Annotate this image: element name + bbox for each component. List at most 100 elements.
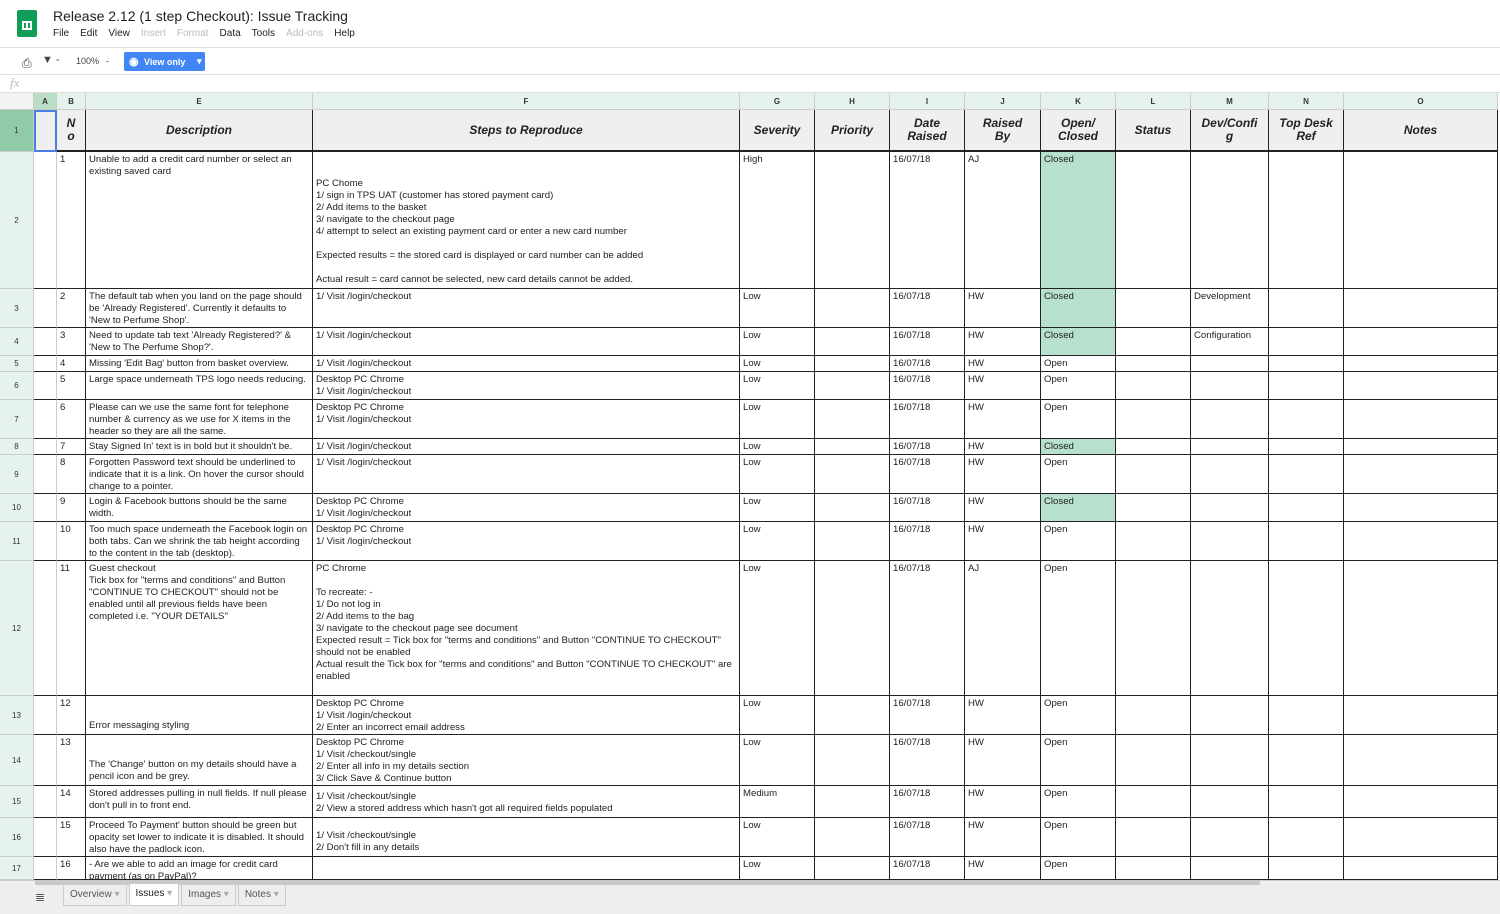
cell-h9[interactable] — [815, 455, 890, 494]
header-m[interactable]: Dev/Confi g — [1191, 110, 1269, 152]
cell-e13[interactable]: Error messaging styling — [86, 696, 313, 735]
cell-n16[interactable] — [1269, 818, 1344, 857]
cell-i2[interactable]: 16/07/18 — [890, 152, 965, 289]
cell-l15[interactable] — [1116, 786, 1191, 818]
cell-b4[interactable]: 3 — [57, 328, 86, 356]
cell-n14[interactable] — [1269, 735, 1344, 786]
cell-k2[interactable]: Closed — [1041, 152, 1116, 289]
cell-a6[interactable] — [34, 372, 57, 400]
cell-b7[interactable]: 6 — [57, 400, 86, 439]
cell-f4[interactable]: 1/ Visit /login/checkout — [313, 328, 740, 356]
header-e[interactable]: Description — [86, 110, 313, 152]
cell-j6[interactable]: HW — [965, 372, 1041, 400]
cell-h7[interactable] — [815, 400, 890, 439]
header-f[interactable]: Steps to Reproduce — [313, 110, 740, 152]
select-all-corner[interactable] — [0, 93, 34, 110]
cell-f14[interactable]: Desktop PC Chrome 1/ Visit /checkout/sin… — [313, 735, 740, 786]
cell-f6[interactable]: Desktop PC Chrome 1/ Visit /login/checko… — [313, 372, 740, 400]
cell-m15[interactable] — [1191, 786, 1269, 818]
cell-o2[interactable] — [1344, 152, 1498, 289]
cell-o4[interactable] — [1344, 328, 1498, 356]
cell-h17[interactable] — [815, 857, 890, 880]
cell-i11[interactable]: 16/07/18 — [890, 522, 965, 561]
chevron-down-icon[interactable]: ▾ — [221, 889, 229, 900]
cell-j9[interactable]: HW — [965, 455, 1041, 494]
row-header-15[interactable]: 15 — [0, 786, 34, 818]
cell-l6[interactable] — [1116, 372, 1191, 400]
column-header-e[interactable]: E — [86, 93, 313, 110]
cell-l3[interactable] — [1116, 289, 1191, 328]
header-h[interactable]: Priority — [815, 110, 890, 152]
cell-l2[interactable] — [1116, 152, 1191, 289]
view-only-button[interactable]: ◉ View only ▾ — [124, 52, 205, 71]
cell-j16[interactable]: HW — [965, 818, 1041, 857]
chevron-down-icon[interactable]: ▾ — [112, 889, 119, 900]
cell-m12[interactable] — [1191, 561, 1269, 696]
cell-l5[interactable] — [1116, 356, 1191, 372]
cell-g14[interactable]: Low — [740, 735, 815, 786]
menu-file[interactable]: File — [53, 28, 69, 39]
cell-b8[interactable]: 7 — [57, 439, 86, 455]
cell-a13[interactable] — [34, 696, 57, 735]
cell-b16[interactable]: 15 — [57, 818, 86, 857]
column-header-o[interactable]: O — [1344, 93, 1498, 110]
cell-o16[interactable] — [1344, 818, 1498, 857]
cell-n11[interactable] — [1269, 522, 1344, 561]
cell-i3[interactable]: 16/07/18 — [890, 289, 965, 328]
menu-view[interactable]: View — [108, 28, 130, 39]
cell-n13[interactable] — [1269, 696, 1344, 735]
cell-j17[interactable]: HW — [965, 857, 1041, 880]
cell-h2[interactable] — [815, 152, 890, 289]
menu-insert[interactable]: Insert — [141, 28, 166, 39]
column-header-m[interactable]: M — [1191, 93, 1269, 110]
cell-o6[interactable] — [1344, 372, 1498, 400]
cell-g17[interactable]: Low — [740, 857, 815, 880]
cell-i10[interactable]: 16/07/18 — [890, 494, 965, 522]
cell-a9[interactable] — [34, 455, 57, 494]
cell-l8[interactable] — [1116, 439, 1191, 455]
cell-j4[interactable]: HW — [965, 328, 1041, 356]
cell-e14[interactable]: The 'Change' button on my details should… — [86, 735, 313, 786]
row-header-13[interactable]: 13 — [0, 696, 34, 735]
cell-a7[interactable] — [34, 400, 57, 439]
cell-e9[interactable]: Forgotten Password text should be underl… — [86, 455, 313, 494]
cell-k10[interactable]: Closed — [1041, 494, 1116, 522]
cell-a4[interactable] — [34, 328, 57, 356]
cell-n8[interactable] — [1269, 439, 1344, 455]
cell-i14[interactable]: 16/07/18 — [890, 735, 965, 786]
cell-b11[interactable]: 10 — [57, 522, 86, 561]
cell-a14[interactable] — [34, 735, 57, 786]
cell-o3[interactable] — [1344, 289, 1498, 328]
cell-i16[interactable]: 16/07/18 — [890, 818, 965, 857]
cell-f8[interactable]: 1/ Visit /login/checkout — [313, 439, 740, 455]
cell-o12[interactable] — [1344, 561, 1498, 696]
cell-e10[interactable]: Login & Facebook buttons should be the s… — [86, 494, 313, 522]
header-j[interactable]: Raised By — [965, 110, 1041, 152]
cell-m3[interactable]: Development — [1191, 289, 1269, 328]
cell-e3[interactable]: The default tab when you land on the pag… — [86, 289, 313, 328]
cell-k17[interactable]: Open — [1041, 857, 1116, 880]
cell-m6[interactable] — [1191, 372, 1269, 400]
cell-a16[interactable] — [34, 818, 57, 857]
cell-a17[interactable] — [34, 857, 57, 880]
row-header-7[interactable]: 7 — [0, 400, 34, 439]
row-header-2[interactable]: 2 — [0, 152, 34, 289]
sheet-tab-images[interactable]: Images ▾ — [181, 884, 236, 906]
row-header-3[interactable]: 3 — [0, 289, 34, 328]
cell-m16[interactable] — [1191, 818, 1269, 857]
cell-f16[interactable]: 1/ Visit /checkout/single 2/ Don't fill … — [313, 818, 740, 857]
cell-g11[interactable]: Low — [740, 522, 815, 561]
cell-i7[interactable]: 16/07/18 — [890, 400, 965, 439]
cell-o15[interactable] — [1344, 786, 1498, 818]
cell-n4[interactable] — [1269, 328, 1344, 356]
cell-g9[interactable]: Low — [740, 455, 815, 494]
cell-l14[interactable] — [1116, 735, 1191, 786]
cell-n5[interactable] — [1269, 356, 1344, 372]
cell-j11[interactable]: HW — [965, 522, 1041, 561]
menu-add-ons[interactable]: Add-ons — [286, 28, 323, 39]
cell-f10[interactable]: Desktop PC Chrome 1/ Visit /login/checko… — [313, 494, 740, 522]
cell-j14[interactable]: HW — [965, 735, 1041, 786]
cell-f3[interactable]: 1/ Visit /login/checkout — [313, 289, 740, 328]
cell-b3[interactable]: 2 — [57, 289, 86, 328]
sheet-tab-notes[interactable]: Notes ▾ — [237, 884, 286, 906]
